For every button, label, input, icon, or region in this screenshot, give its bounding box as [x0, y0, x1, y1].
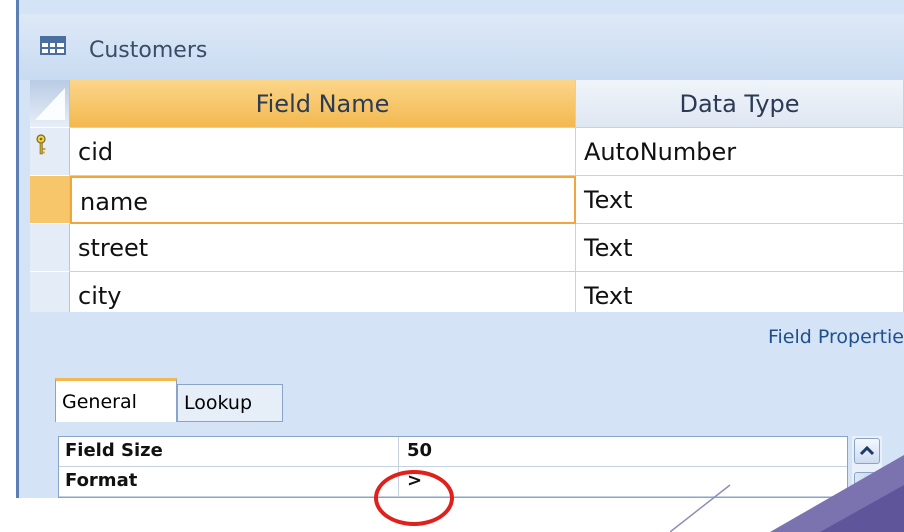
slide-decoration-corner: [670, 455, 904, 532]
document-tab[interactable]: Customers: [19, 14, 904, 80]
table-icon: [40, 36, 66, 55]
column-header-field-name[interactable]: Field Name: [70, 80, 576, 128]
tab-lookup[interactable]: Lookup: [177, 384, 283, 422]
property-label: Field Size: [59, 437, 399, 466]
field-properties-header: Field Propertie: [30, 312, 904, 358]
select-all-button[interactable]: [30, 80, 70, 128]
window-title: Customers: [89, 38, 208, 63]
row-selector[interactable]: [30, 176, 70, 224]
field-name-cell[interactable]: street: [70, 224, 576, 272]
field-design-grid: Field Name Data Type cid AutoNumber name…: [30, 80, 904, 312]
row-selector[interactable]: [30, 224, 70, 272]
table-row[interactable]: street Text: [30, 224, 904, 272]
field-properties-title: Field Propertie: [767, 326, 904, 348]
table-row-active[interactable]: name Text: [30, 176, 904, 224]
data-type-cell[interactable]: Text: [576, 224, 904, 272]
property-label: Format: [59, 467, 399, 496]
window-margin: [0, 0, 16, 498]
data-type-cell[interactable]: AutoNumber: [576, 128, 904, 176]
tab-general[interactable]: General: [55, 378, 177, 422]
field-name-cell[interactable]: city: [70, 272, 576, 312]
row-selector[interactable]: [30, 128, 70, 176]
table-row[interactable]: cid AutoNumber: [30, 128, 904, 176]
data-type-cell[interactable]: Text: [576, 176, 904, 224]
field-name-cell[interactable]: cid: [70, 128, 576, 176]
data-type-cell[interactable]: Text: [576, 272, 904, 312]
primary-key-icon: [36, 134, 46, 155]
row-selector[interactable]: [30, 272, 70, 312]
highlight-annotation-circle: [374, 470, 454, 526]
select-all-icon: [35, 88, 65, 120]
table-design-window: Customers Field Name Data Type cid AutoN…: [0, 0, 904, 498]
field-name-cell[interactable]: name: [70, 176, 576, 224]
column-header-data-type[interactable]: Data Type: [576, 80, 904, 128]
table-row[interactable]: city Text: [30, 272, 904, 312]
grid-header-row: Field Name Data Type: [30, 80, 904, 128]
